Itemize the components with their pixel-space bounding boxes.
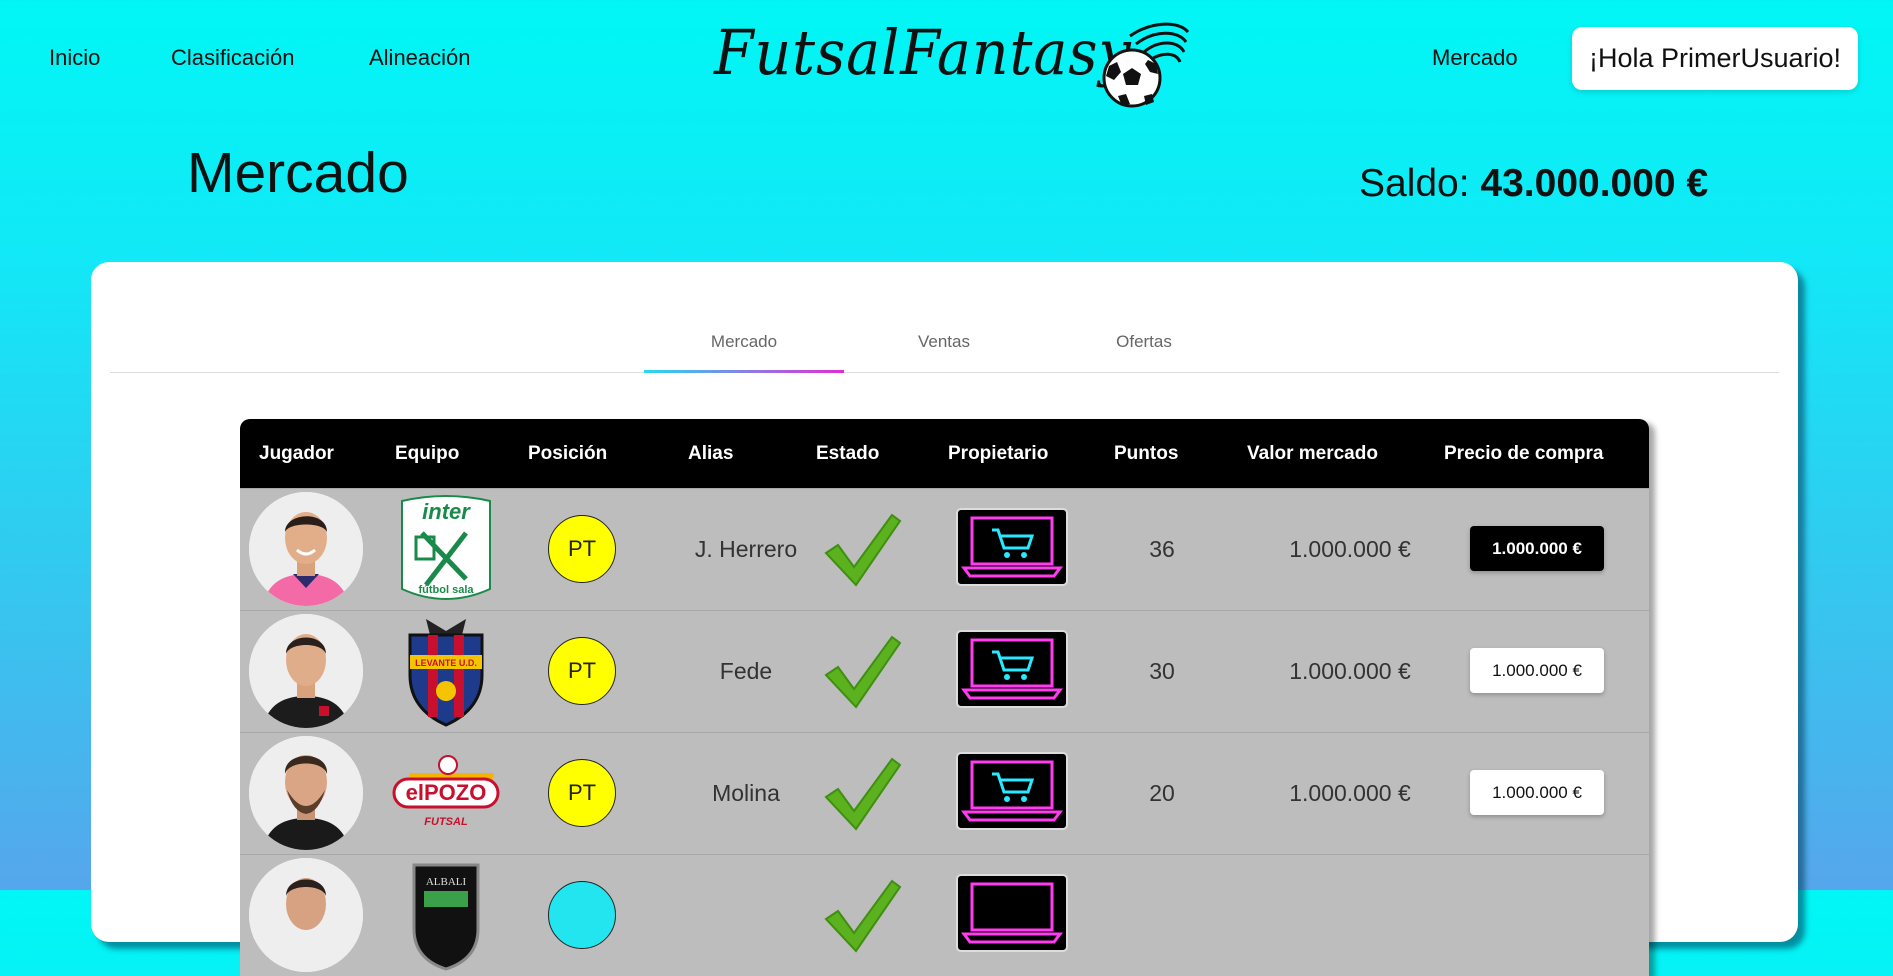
check-icon [824, 757, 902, 831]
table-row: ALBALI [240, 854, 1649, 976]
market-laptop-icon [956, 752, 1068, 830]
svg-text:elPOZO: elPOZO [406, 780, 487, 805]
market-value: 1.000.000 € [1289, 536, 1411, 562]
svg-text:inter: inter [422, 499, 471, 524]
col-precio-compra: Precio de compra [1444, 443, 1604, 464]
user-greeting-button[interactable]: ¡Hola PrimerUsuario! [1572, 27, 1858, 90]
tab-bar: Mercado Ventas Ofertas [110, 327, 1779, 373]
page-title: Mercado [187, 141, 409, 205]
table-row: LEVANTE U.D. PT Fede 30 1.000.000 € 1.00… [240, 610, 1649, 732]
svg-text:ALBALI: ALBALI [426, 876, 467, 888]
check-icon [824, 635, 902, 709]
player-alias[interactable]: J. Herrero [655, 489, 837, 610]
svg-text:FUTSAL: FUTSAL [424, 816, 468, 828]
soccer-ball-icon [1102, 22, 1190, 108]
market-table: Jugador Equipo Posición Alias Estado Pro… [240, 419, 1649, 976]
buy-price-button[interactable]: 1.000.000 € [1470, 526, 1604, 571]
elpozo-futsal-crest: elPOZO FUTSAL [392, 755, 500, 828]
table-header: Jugador Equipo Posición Alias Estado Pro… [240, 419, 1649, 488]
balance-value: 43.000.000 € [1480, 162, 1709, 205]
svg-text:fútbol sala: fútbol sala [418, 584, 474, 596]
tab-ofertas[interactable]: Ofertas [1044, 327, 1244, 372]
futsalfantasy-logo[interactable]: FutsalFantasy [712, 8, 1192, 108]
tab-ventas[interactable]: Ventas [844, 327, 1044, 372]
player-alias[interactable]: Molina [655, 733, 837, 854]
nav-clasificacion[interactable]: Clasificación [171, 45, 295, 71]
player-photo[interactable] [249, 736, 363, 850]
position-badge: PT [548, 759, 616, 827]
col-jugador: Jugador [259, 443, 334, 464]
market-laptop-icon [956, 874, 1068, 952]
buy-price-button[interactable]: 1.000.000 € [1470, 648, 1604, 693]
col-equipo: Equipo [395, 443, 460, 464]
player-points: 20 [1149, 780, 1175, 806]
nav-mercado[interactable]: Mercado [1432, 45, 1518, 71]
albali-crest: ALBALI [412, 863, 480, 971]
col-propietario: Propietario [948, 443, 1049, 464]
position-badge: PT [548, 637, 616, 705]
nav-alineacion[interactable]: Alineación [369, 45, 471, 71]
inter-futbol-sala-crest: inter fútbol sala [401, 495, 491, 600]
market-laptop-icon [956, 508, 1068, 586]
player-points: 30 [1149, 658, 1175, 684]
tab-mercado[interactable]: Mercado [644, 327, 844, 373]
balance-label: Saldo: [1359, 162, 1481, 205]
col-valor-mercado: Valor mercado [1247, 443, 1378, 464]
position-badge: PT [548, 515, 616, 583]
check-icon [824, 513, 902, 587]
nav-inicio[interactable]: Inicio [49, 45, 100, 71]
col-posicion: Posición [528, 443, 608, 464]
svg-text:LEVANTE U.D.: LEVANTE U.D. [415, 658, 477, 668]
col-alias: Alias [688, 443, 734, 464]
position-badge [548, 881, 616, 949]
col-estado: Estado [816, 443, 880, 464]
market-value: 1.000.000 € [1289, 658, 1411, 684]
table-row: inter fútbol sala PT J. Herrero 36 1.000… [240, 488, 1649, 610]
market-value: 1.000.000 € [1289, 780, 1411, 806]
market-card: Mercado Ventas Ofertas Jugador Equipo Po… [91, 262, 1798, 976]
buy-price-button[interactable]: 1.000.000 € [1470, 770, 1604, 815]
col-puntos: Puntos [1114, 443, 1179, 464]
player-alias[interactable]: Fede [655, 611, 837, 732]
market-laptop-icon [956, 630, 1068, 708]
player-photo[interactable] [249, 858, 363, 972]
balance: Saldo: 43.000.000 € [1359, 162, 1708, 206]
levante-ud-crest: LEVANTE U.D. [408, 619, 484, 727]
check-icon [824, 879, 902, 953]
player-points: 36 [1149, 536, 1175, 562]
player-photo[interactable] [249, 614, 363, 728]
player-photo[interactable] [249, 492, 363, 606]
table-row: elPOZO FUTSAL PT Molina 20 1.000.000 € 1… [240, 732, 1649, 854]
logo-text: FutsalFantasy [714, 16, 1132, 89]
